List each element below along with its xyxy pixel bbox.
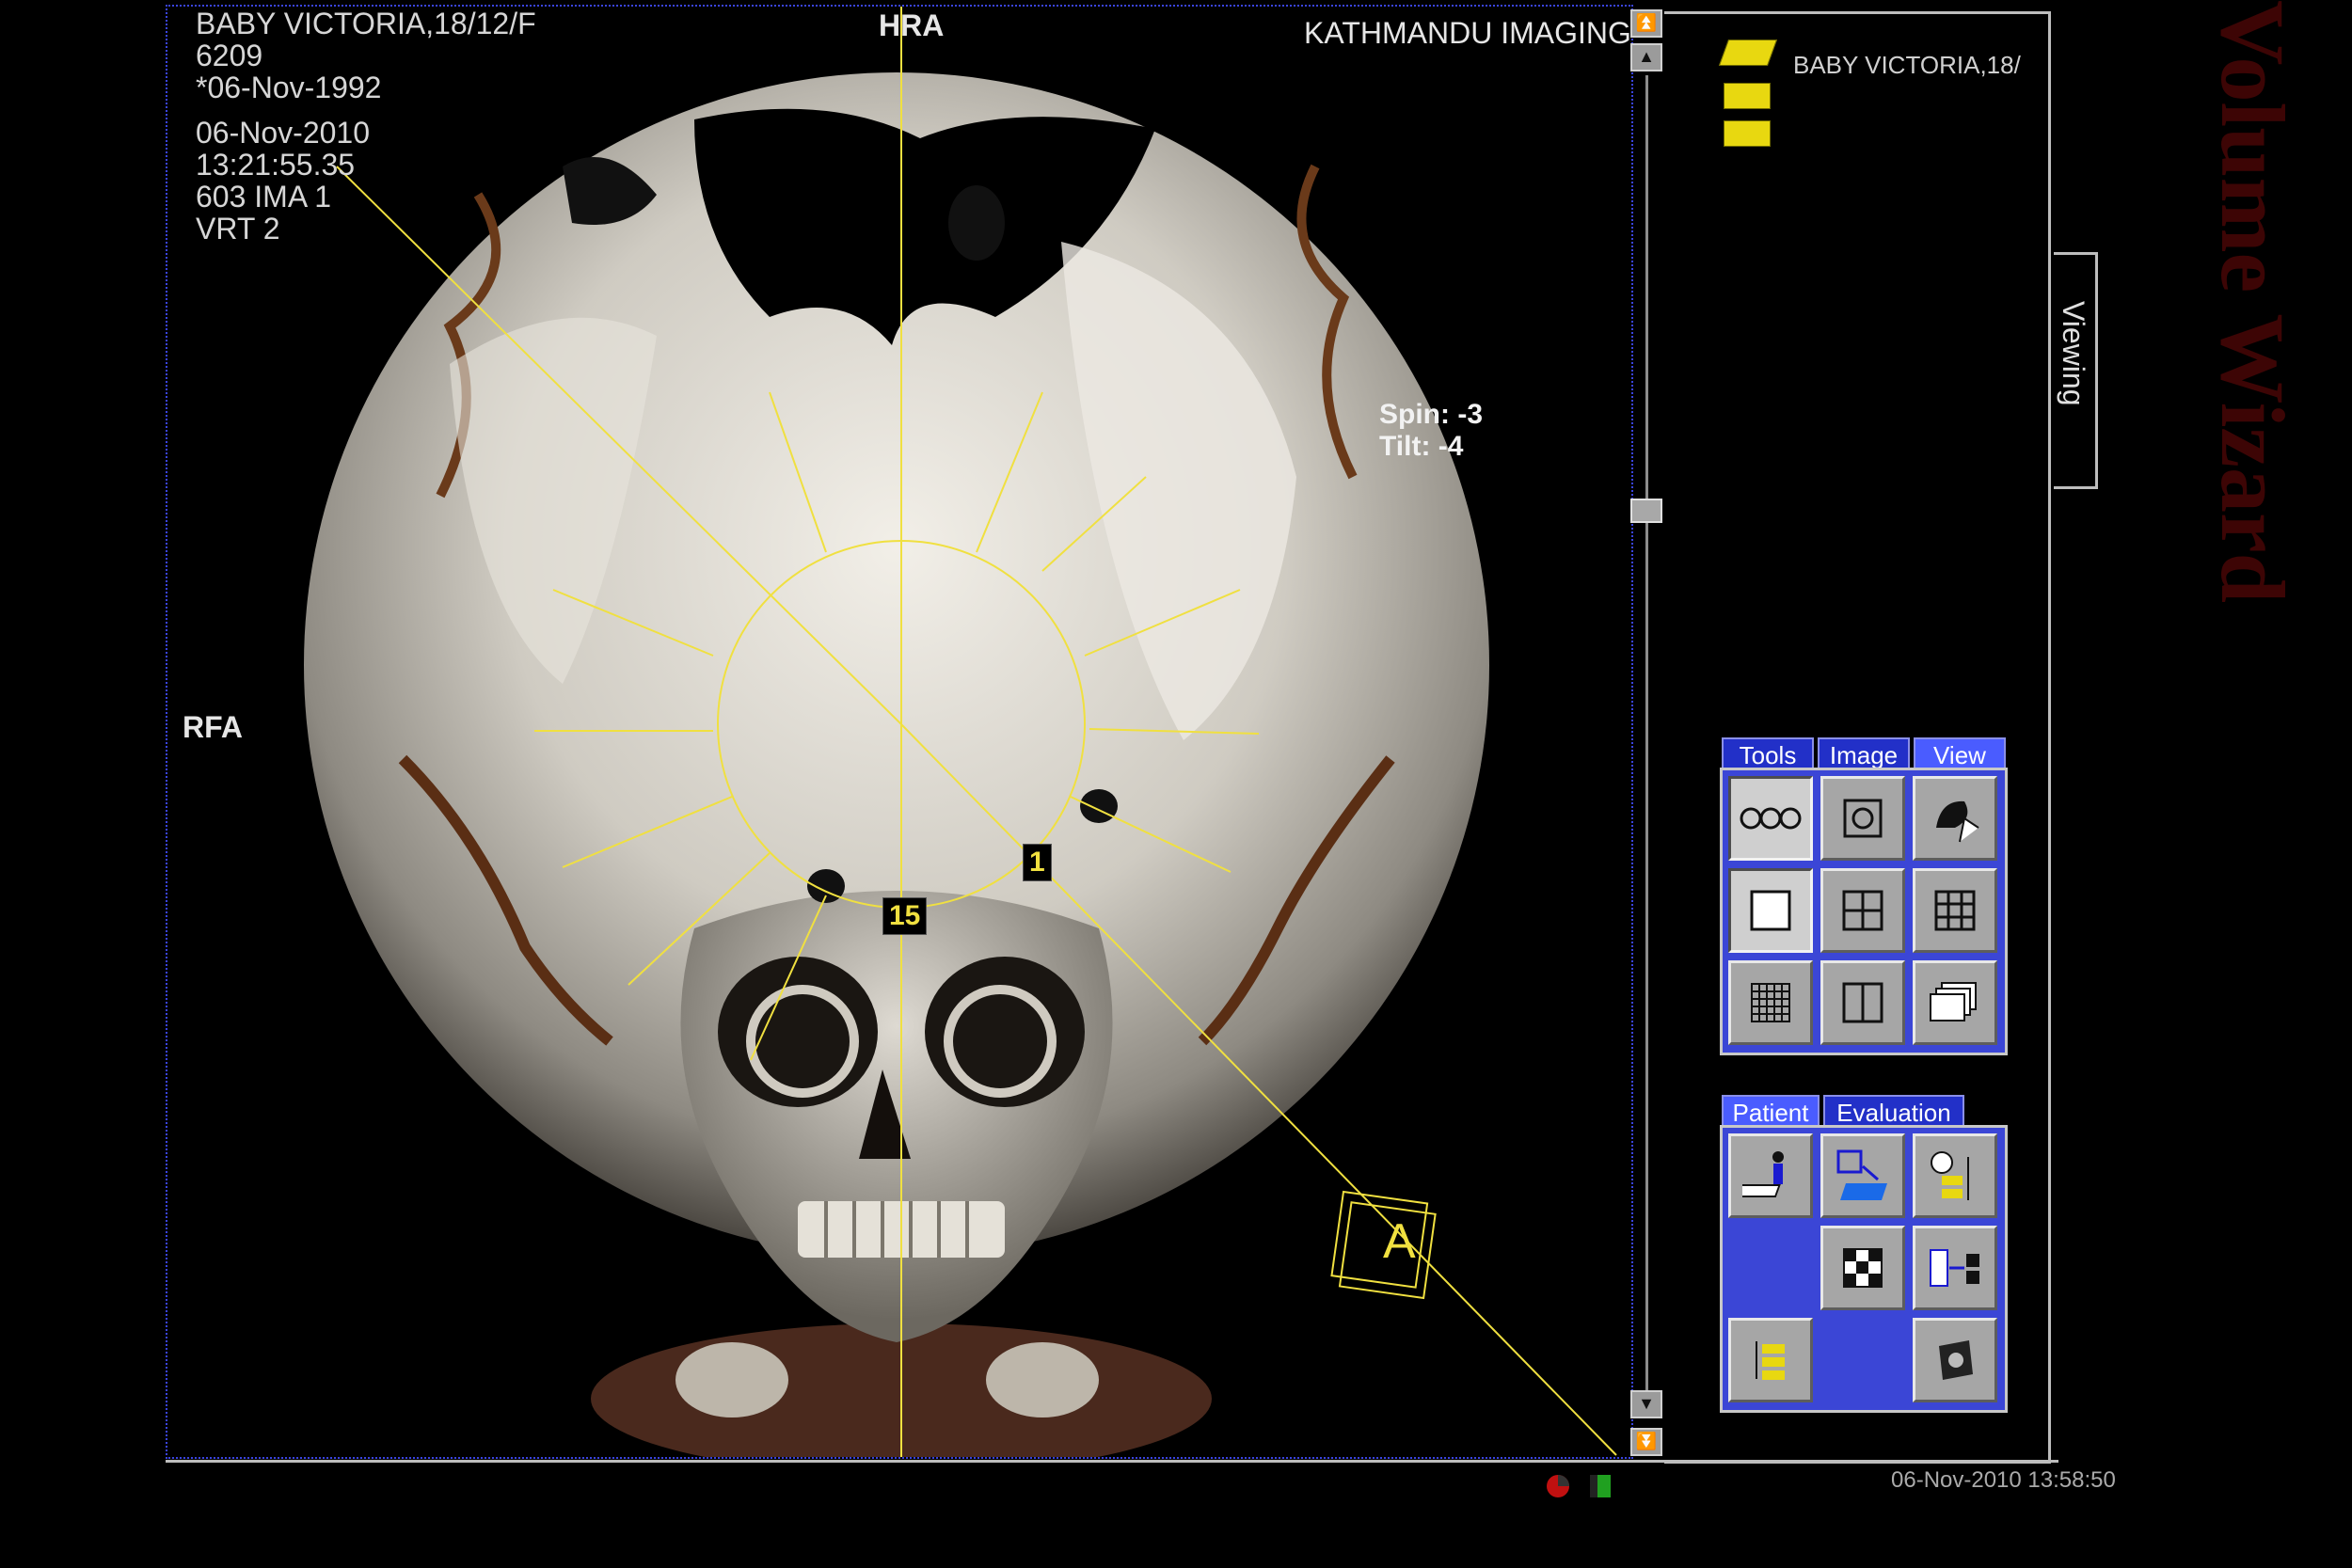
orientation-top-label: HRA — [879, 8, 945, 42]
volume-render-viewport[interactable]: A BABY VICTORIA,18/12/F 6209 *06-Nov-199… — [166, 5, 1633, 1459]
scroll-down-button[interactable]: ▼ — [1630, 1390, 1662, 1418]
send-to-button[interactable] — [1913, 1226, 1997, 1310]
layout-1x2-button[interactable] — [1820, 960, 1905, 1045]
status-indicators — [1547, 1475, 1611, 1497]
patient-tools-panel — [1720, 1125, 2008, 1413]
single-head-view-button[interactable] — [1820, 776, 1905, 861]
camera-box-icon — [1939, 1340, 1973, 1380]
tree-folder-icon — [1756, 1341, 1785, 1380]
clock-tree-icon — [1931, 1151, 1969, 1200]
rotate-hand-button[interactable] — [1913, 776, 1997, 861]
head-view-icon — [1843, 799, 1883, 838]
patient-keyboard-icon — [1742, 1151, 1784, 1197]
layout-grid-icon — [1751, 983, 1790, 1022]
tilt-readout: Tilt: -4 — [1379, 432, 1463, 462]
scroll-up-button[interactable]: ▲ — [1630, 43, 1662, 71]
checker-icon — [1843, 1248, 1883, 1288]
overlay-study-date: 06-Nov-2010 — [196, 116, 370, 150]
scheduler-button[interactable] — [1913, 1133, 1997, 1218]
folder-icon — [1724, 83, 1771, 109]
layout-3x3-button[interactable] — [1913, 868, 1997, 953]
spin-value: -3 — [1457, 399, 1484, 430]
overlay-birth-date: *06-Nov-1992 — [196, 71, 382, 104]
institution-label: KATHMANDU IMAGING — [1304, 16, 1631, 50]
patient-tree-button[interactable] — [1728, 1318, 1813, 1402]
layout-split-icon — [1842, 982, 1883, 1023]
viewport-scrollbar[interactable]: ⏫ ▲ ▼ ⏬ — [1630, 9, 1664, 1458]
volume-wizard-watermark: Volume Wizard — [2202, 0, 2303, 603]
layout-4x4-button[interactable] — [1728, 960, 1813, 1045]
skull-render: A — [304, 7, 1617, 1457]
tilt-label: Tilt: — [1379, 431, 1431, 462]
heads-icon — [1740, 807, 1802, 830]
bottom-frame-line — [166, 1460, 2058, 1463]
status-green-indicator — [1597, 1475, 1611, 1497]
folder-import-icon — [1836, 1149, 1887, 1200]
layout-3x3-icon — [1934, 890, 1976, 931]
transfer-icon — [1930, 1249, 1979, 1287]
spin-label: Spin: — [1379, 399, 1450, 430]
tab-image[interactable]: Image — [1818, 737, 1910, 769]
layout-1x1-button[interactable] — [1728, 868, 1813, 953]
folder-icon — [1724, 120, 1771, 147]
tab-tools[interactable]: Tools — [1722, 737, 1814, 769]
overlay-render-mode: VRT 2 — [196, 212, 280, 245]
tab-patient[interactable]: Patient — [1722, 1095, 1820, 1127]
film-stack-button[interactable] — [1913, 960, 1997, 1045]
orientation-left-label: RFA — [183, 710, 243, 744]
image-export-button[interactable] — [1913, 1318, 1997, 1402]
checker-filter-button[interactable] — [1820, 1226, 1905, 1310]
stack-icon — [1930, 982, 1977, 1022]
scroll-bottom-button[interactable]: ⏬ — [1630, 1428, 1662, 1456]
overlay-patient-id: 6209 — [196, 39, 263, 72]
patient-browser-button[interactable] — [1820, 1133, 1905, 1218]
status-datetime: 06-Nov-2010 13:58:50 — [1891, 1467, 2116, 1493]
marker-15: 15 — [882, 897, 928, 935]
marker-1: 1 — [1023, 844, 1052, 881]
tab-view[interactable]: View — [1914, 737, 2006, 769]
layout-single-icon — [1750, 890, 1791, 931]
annotation-box-label: A — [1383, 1214, 1416, 1269]
overlay-study-time: 13:21:55.35 — [196, 148, 356, 182]
layout-2x2-icon — [1842, 890, 1883, 931]
open-folder-icon — [1718, 40, 1778, 66]
patient-registration-button[interactable] — [1728, 1133, 1813, 1218]
tab-evaluation[interactable]: Evaluation — [1823, 1095, 1964, 1127]
view-tools-panel — [1720, 768, 2008, 1055]
hand-rotate-icon — [1936, 800, 1979, 843]
scroll-thumb[interactable] — [1630, 499, 1662, 523]
multi-view-layout-button[interactable] — [1728, 776, 1813, 861]
tilt-value: -4 — [1438, 431, 1464, 462]
scroll-top-button[interactable]: ⏫ — [1630, 9, 1662, 38]
overlay-patient-line: BABY VICTORIA,18/12/F — [196, 7, 536, 40]
viewing-tab-label: Viewing — [2057, 301, 2090, 406]
overlay-image-info: 603 IMA 1 — [196, 180, 332, 214]
spin-readout: Spin: -3 — [1379, 400, 1483, 430]
layout-2x2-button[interactable] — [1820, 868, 1905, 953]
patient-entry[interactable]: BABY VICTORIA,18/ — [1793, 51, 2021, 80]
